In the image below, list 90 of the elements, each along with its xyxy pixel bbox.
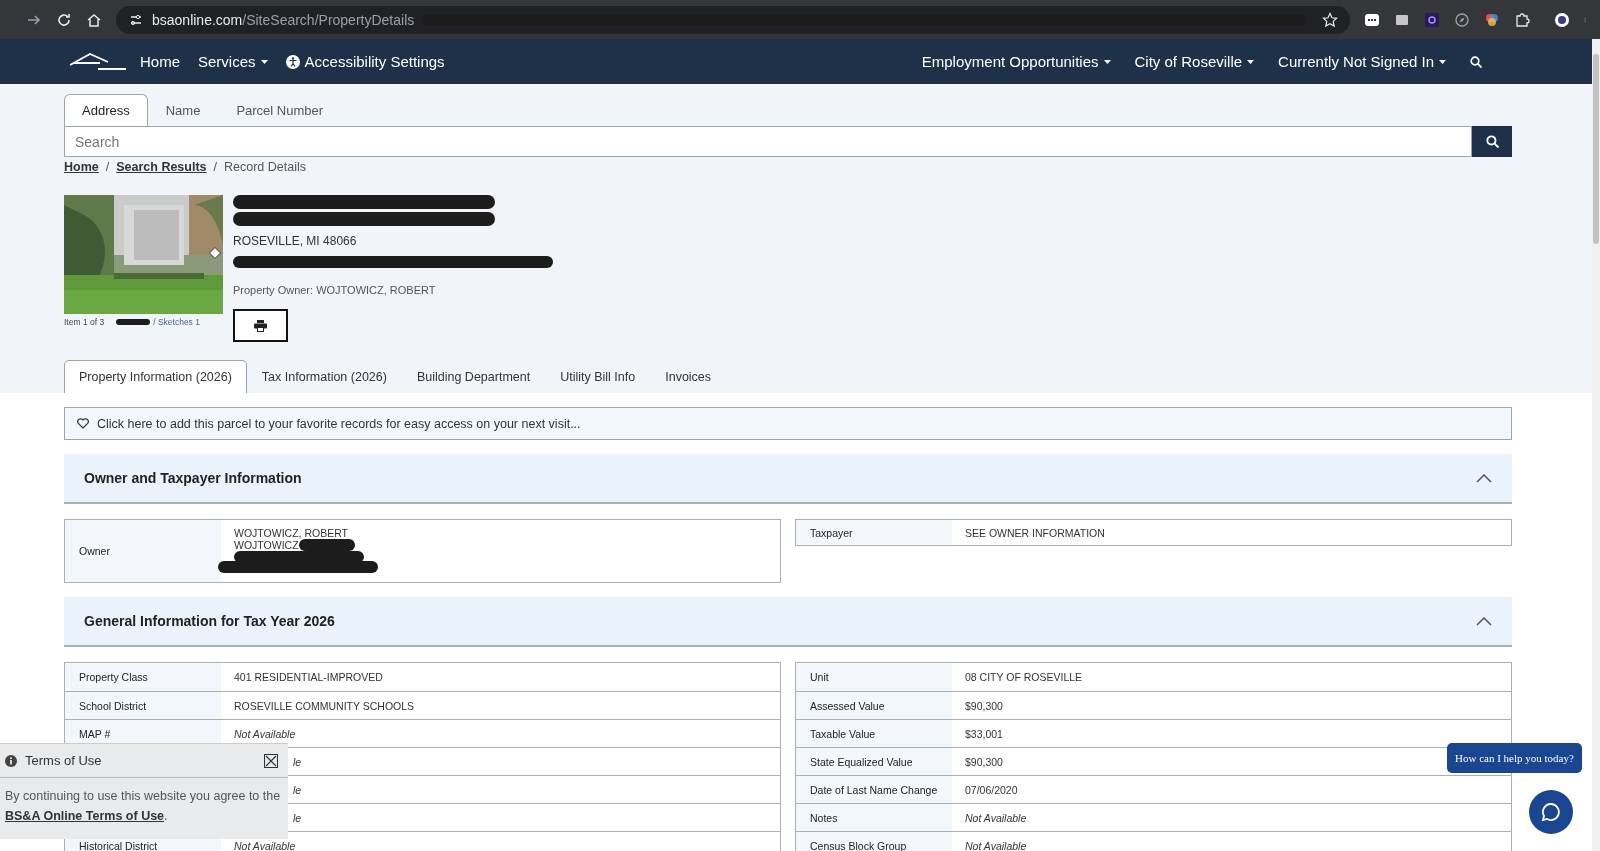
info-icon — [5, 754, 17, 767]
table-label: State Equalized Value — [796, 748, 952, 775]
accessibility-icon — [285, 54, 300, 69]
chevron-icon[interactable] — [1476, 616, 1492, 626]
table-value: 07/06/2020 — [965, 783, 1018, 796]
breadcrumb-current[interactable]: Record Details — [224, 160, 306, 174]
address-city: ROSEVILLE, MI 48066 — [233, 234, 358, 248]
puzzle-icon[interactable] — [1514, 11, 1530, 28]
section-header[interactable]: Owner and Taxpayer Information — [64, 454, 1512, 504]
extension-icon[interactable] — [1364, 11, 1380, 28]
home-icon[interactable] — [86, 11, 102, 28]
chat-bubble-icon — [1541, 802, 1561, 822]
reload-icon[interactable] — [56, 11, 72, 28]
section-header[interactable]: General Information for Tax Year 2026 — [64, 597, 1512, 647]
tab[interactable]: Utility Bill Info — [545, 360, 651, 393]
terms-title: Terms of Use — [25, 753, 103, 768]
table-value: Not Available — [965, 811, 1027, 824]
search-tab[interactable]: Address — [64, 94, 148, 126]
address-bar[interactable]: bsaonline.com/SiteSearch/PropertyDetails — [116, 5, 1350, 34]
photo-counter: Item 1 of 3 — [64, 317, 105, 327]
terms-text: By continuing to use this website you agree to the BS&A Online Terms of Use. — [5, 788, 282, 825]
table-value: le — [293, 811, 302, 824]
diamond-icon[interactable] — [209, 247, 221, 259]
table-value: 401 RESIDENTIAL-IMPROVED — [234, 671, 383, 683]
table-label: Assessed Value — [796, 692, 952, 719]
table-value: $90,300 — [965, 699, 1003, 712]
table-label: Taxable Value — [796, 720, 952, 747]
chevron-icon[interactable] — [1476, 473, 1492, 483]
table-label: Property Class — [65, 663, 221, 691]
section-title: Owner and Taxpayer Information — [84, 470, 302, 486]
search-button[interactable] — [1472, 126, 1512, 157]
close-button[interactable] — [264, 753, 278, 768]
search-icon[interactable] — [1470, 55, 1482, 68]
breadcrumb-separator: / — [105, 160, 110, 174]
breadcrumb-separator: / — [213, 160, 218, 174]
table-value: $33,001 — [965, 727, 1003, 740]
section-title: General Information for Tax Year 2026 — [84, 613, 335, 629]
terms-link[interactable]: BS&A Online Terms of Use — [5, 809, 165, 823]
compass-icon[interactable] — [1454, 11, 1470, 28]
table-value: SEE OWNER INFORMATION — [965, 526, 1105, 539]
star-icon[interactable] — [1322, 11, 1338, 28]
table-value: $90,300 — [965, 755, 1003, 768]
smudge-mark — [116, 319, 151, 325]
table-label: Census Block Group — [796, 832, 952, 851]
nav-link[interactable]: Services — [198, 53, 268, 70]
extension-icon[interactable] — [1424, 11, 1440, 28]
table-value: le — [293, 783, 302, 796]
heart-icon — [77, 418, 89, 429]
favorite-bar[interactable]: Click here to add this parcel to your favorite records for easy access on your next visit... — [64, 407, 1512, 440]
tab[interactable]: Building Department — [401, 360, 546, 393]
table-label: Taxpayer — [796, 520, 952, 545]
printer-icon — [254, 319, 267, 332]
property-owner: Property Owner: WOJTOWICZ, ROBERT — [233, 284, 437, 296]
search-icon — [1485, 135, 1499, 148]
table-value: le — [293, 755, 302, 768]
nav-dropdown[interactable]: Employment Opportunities — [921, 53, 1111, 70]
nav-link[interactable]: Accessibility Settings — [285, 53, 445, 70]
table-label: Unit — [796, 663, 952, 691]
tab[interactable]: Tax Information (2026) — [246, 360, 402, 393]
print-button[interactable] — [233, 309, 288, 342]
nav-link[interactable]: Home — [140, 53, 180, 70]
scrollbar[interactable] — [1592, 39, 1600, 851]
photo-link[interactable]: / Sketches 1 — [153, 317, 200, 327]
breadcrumb-link[interactable]: Search Results — [116, 160, 207, 174]
close-icon — [265, 754, 277, 767]
table-label: Date of Last Name Change — [796, 776, 952, 803]
chat-button[interactable] — [1529, 790, 1573, 834]
table-value: Not Available — [965, 839, 1027, 851]
nav-dropdown[interactable]: Currently Not Signed In — [1278, 53, 1446, 70]
table-label: Owner — [65, 520, 221, 582]
breadcrumb-link[interactable]: Home — [64, 160, 99, 174]
table-value: 08 CITY OF ROSEVILLE — [965, 671, 1083, 683]
owner-name: WOJTOWICZ, ROBERT — [234, 527, 348, 539]
table-label: School District — [65, 692, 221, 719]
tab[interactable]: Property Information (2026) — [64, 360, 247, 393]
table-label: Notes — [796, 804, 952, 831]
favorite-text: Click here to add this parcel to your favorite records for easy access on your next visit... — [97, 416, 581, 431]
table-value: Not Available — [234, 839, 296, 851]
url-text: bsaonline.com/SiteSearch/PropertyDetails — [152, 11, 415, 28]
table-value: ROSEVILLE COMMUNITY SCHOOLS — [234, 699, 415, 712]
search-tab[interactable]: Parcel Number — [218, 94, 342, 126]
extension-icon[interactable] — [1484, 11, 1500, 28]
search-field[interactable]: Search — [64, 126, 1472, 157]
profile-icon[interactable] — [1554, 11, 1570, 28]
chat-prompt[interactable]: How can I help you today? — [1447, 743, 1582, 773]
owner-name: WOJTOWICZ — [234, 539, 299, 551]
tab[interactable]: Invoices — [650, 360, 727, 393]
nav-dropdown[interactable]: City of Roseville — [1134, 53, 1255, 70]
table-value: Not Available — [234, 727, 296, 740]
search-tab[interactable]: Name — [147, 94, 219, 126]
